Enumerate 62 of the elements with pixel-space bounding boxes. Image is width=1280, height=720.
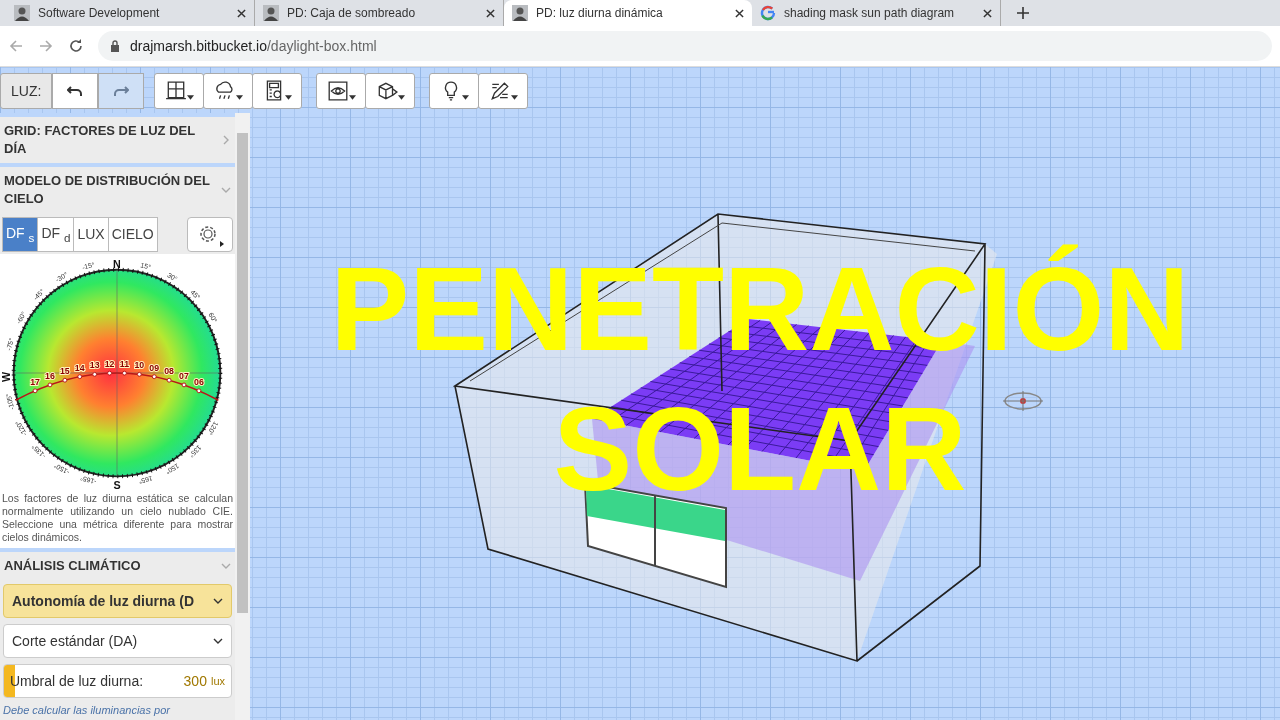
dropdown-button[interactable] [365, 73, 416, 109]
slider-unit: lux [210, 674, 225, 687]
close-icon[interactable] [735, 8, 744, 18]
caret-icon [510, 95, 518, 100]
avatar-icon [263, 5, 279, 21]
google-icon [760, 5, 776, 21]
avatar-icon [14, 5, 30, 21]
avatar-icon [512, 5, 528, 21]
redo-icon [113, 83, 130, 99]
caret-icon [284, 95, 292, 100]
window-icon [164, 80, 187, 102]
caret-icon [397, 95, 405, 100]
new-tab-icon[interactable] [1017, 7, 1029, 19]
dropdown-button[interactable] [316, 73, 367, 109]
dropdown-button[interactable] [478, 73, 529, 109]
browser-tab[interactable]: PD: luz diurna dinámica [504, 0, 752, 26]
caret-icon [186, 95, 194, 100]
settings-button[interactable] [187, 217, 233, 252]
tab-title: PD: luz diurna dinámica [536, 6, 664, 20]
undo-button[interactable] [52, 73, 99, 109]
dropdown-button[interactable] [203, 73, 254, 109]
panel-header[interactable]: ANÁLISIS CLIMÁTICO [0, 547, 235, 580]
caret-icon [220, 240, 224, 247]
chevron-icon [221, 135, 231, 145]
metric-select[interactable]: Autonomía de luz diurna (D [3, 583, 232, 618]
eye-icon [326, 80, 349, 102]
caret-icon [461, 95, 469, 100]
metric-tab[interactable]: DF $_{s}$ [2, 217, 39, 252]
caret-icon [235, 95, 243, 100]
address-field[interactable]: drajmarsh.bitbucket.io/daylight-box.html [98, 31, 1272, 61]
close-icon[interactable] [486, 8, 495, 18]
metric-tab[interactable]: LUX [73, 217, 109, 252]
undo-icon [67, 83, 84, 99]
target-icon [1003, 391, 1043, 411]
slider-value: 300 [183, 672, 207, 689]
description-text: Los factores de luz diurna estática se calculan normalmente utilizando un cielo nublado CIE. Seleccione una métrica diferente para mostrar cielos dinámicos. [1, 490, 234, 545]
panel-header[interactable]: GRID: FACTORES DE LUZ DEL DÍA [0, 113, 235, 163]
scrollbar[interactable] [235, 113, 250, 720]
tab-title: Software Development [38, 6, 161, 20]
note-text: Debe calcular las iluminancias por [3, 703, 171, 716]
tab-title: shading mask sun path diagram [784, 6, 956, 20]
tab-title: PD: Caja de sombreado [287, 6, 417, 20]
pen-icon [488, 80, 511, 102]
metric-tab[interactable]: DF $_{d}$ [37, 217, 75, 252]
reload-icon[interactable] [68, 38, 84, 54]
dropdown-button[interactable] [429, 73, 480, 109]
toolbar-label: LUZ: [0, 73, 53, 109]
panel-header[interactable]: MODELO DE DISTRIBUCIÓN DEL CIELO [0, 163, 235, 213]
dropdown-button[interactable] [154, 73, 205, 109]
chevron-icon [221, 185, 231, 195]
close-icon[interactable] [237, 8, 246, 18]
close-icon[interactable] [983, 8, 992, 18]
dropdown-button[interactable] [252, 73, 303, 109]
url-text: drajmarsh.bitbucket.io/daylight-box.html [130, 38, 377, 54]
mode-select[interactable]: Corte estándar (DA) [3, 623, 232, 658]
caret-icon [213, 597, 223, 604]
cloud-rain-icon [213, 80, 236, 102]
scrollbar-thumb[interactable] [237, 133, 248, 613]
lock-icon [110, 40, 120, 52]
caret-icon [348, 95, 356, 100]
metric-tab[interactable]: CIELO [107, 217, 158, 252]
caret-icon [213, 637, 223, 644]
